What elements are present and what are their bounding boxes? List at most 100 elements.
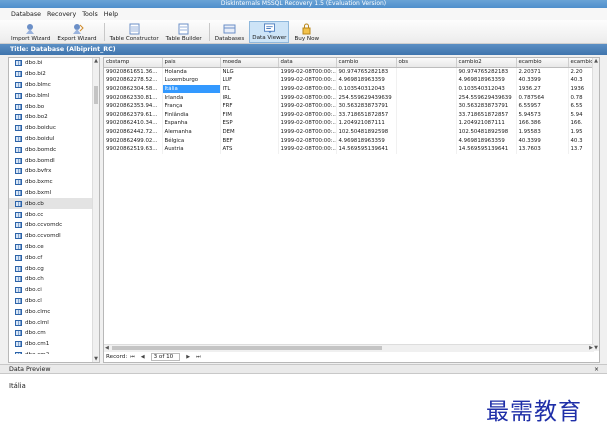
table-cell[interactable]: 4.969818963359 [336, 76, 397, 85]
databases-button[interactable]: Databases [213, 21, 247, 43]
data-viewer-button[interactable]: Data Viewer [249, 21, 290, 43]
tree-item[interactable]: dbo.ccvomdc [9, 220, 93, 231]
table-cell[interactable] [396, 67, 457, 77]
table-cell[interactable]: 99020862519.63... [104, 144, 163, 154]
table-cell[interactable]: 2.20 [568, 67, 594, 77]
tree-item[interactable]: dbo.cm1 [9, 339, 93, 350]
table-cell[interactable]: Irlanda [162, 93, 221, 102]
table-row[interactable]: 99020862304.58... Itália ITL 1999-02-08T00:… [104, 84, 594, 94]
tree-item[interactable]: dbo.bomdc [9, 144, 93, 155]
table-cell[interactable]: 1999-02-08T00:00:... [278, 127, 337, 137]
tree-item[interactable]: dbo.blmc [9, 80, 93, 91]
table-builder-button[interactable]: Table Builder [164, 21, 204, 43]
column-header[interactable]: ecambio [516, 58, 569, 68]
grid-scroll-thumb[interactable] [112, 346, 382, 350]
table-cell[interactable]: 30.563283873791 [336, 101, 397, 111]
table-cell[interactable] [396, 144, 457, 154]
table-cell[interactable]: 14.569595139641 [336, 144, 397, 154]
table-cell[interactable]: FIM [220, 110, 279, 120]
record-position[interactable]: 3 of 10 [150, 352, 181, 361]
table-cell[interactable]: 99020862442.72... [104, 127, 163, 137]
table-cell[interactable]: 5.94573 [516, 110, 569, 120]
table-cell[interactable]: 1999-02-08T00:00:... [278, 84, 337, 94]
table-row[interactable]: 99020862410.34... Espanha ESP 1999-02-08T00… [104, 119, 594, 128]
scroll-up-icon[interactable]: ▲ [593, 58, 599, 64]
column-header[interactable]: cbstamp [104, 58, 163, 68]
table-cell[interactable]: 166. [568, 119, 594, 128]
table-cell[interactable]: 1999-02-08T00:00:... [278, 144, 337, 154]
tree-item[interactable]: dbo.cl [9, 296, 93, 307]
table-row[interactable]: 99020862330.81... Irlanda IRL 1999-02-08T00… [104, 93, 594, 102]
table-cell[interactable] [396, 84, 457, 94]
tree-item[interactable]: dbo.cf [9, 252, 93, 263]
table-cell[interactable]: 1999-02-08T00:00:... [278, 101, 337, 111]
table-cell[interactable]: 99020862330.81... [104, 93, 163, 102]
table-cell[interactable]: 90.974765282183 [336, 67, 397, 77]
table-cell[interactable]: 4.969818963359 [456, 76, 517, 85]
menu-database[interactable]: Database [11, 11, 41, 18]
table-cell[interactable]: 90.974765282183 [456, 67, 517, 77]
column-header[interactable]: cambio2 [456, 58, 517, 68]
table-cell[interactable]: 1999-02-08T00:00:... [278, 136, 337, 145]
table-cell[interactable]: 99020861651.36... [104, 67, 163, 77]
import-wizard-button[interactable]: Import Wizard [9, 21, 52, 43]
export-wizard-button[interactable]: Export Wizard [55, 21, 98, 43]
table-cell[interactable]: 0.103540312043 [336, 84, 397, 94]
tree-item[interactable]: dbo.boiduc [9, 123, 93, 134]
table-cell[interactable]: 40.3399 [516, 76, 569, 85]
table-cell[interactable]: 1999-02-08T00:00:... [278, 110, 337, 120]
tree-item[interactable]: dbo.bo [9, 101, 93, 112]
column-header[interactable]: ecambio2 [568, 58, 594, 68]
tree-item[interactable]: dbo.cg [9, 263, 93, 274]
tree-item[interactable]: dbo.cm2 [9, 350, 93, 354]
table-cell[interactable]: 30.563283873791 [456, 101, 517, 111]
tree-item[interactable]: dbo.clml [9, 317, 93, 328]
table-cell[interactable]: ESP [220, 119, 279, 128]
tree-item[interactable]: dbo.bvfrx [9, 166, 93, 177]
table-cell[interactable]: 99020862353.94... [104, 101, 163, 111]
table-cell[interactable]: IRL [220, 93, 279, 102]
column-header[interactable]: pais [162, 58, 221, 68]
table-cell[interactable] [396, 136, 457, 145]
menu-help[interactable]: Help [104, 11, 118, 18]
column-header[interactable]: cambio [336, 58, 397, 68]
tree-scrollbar[interactable]: ▲ ▼ [92, 58, 99, 362]
tree-item[interactable]: dbo.bi [9, 58, 93, 69]
table-cell[interactable]: NLG [220, 67, 279, 77]
table-cell[interactable]: 40.3 [568, 76, 594, 85]
table-cell[interactable]: 1999-02-08T00:00:... [278, 76, 337, 85]
table-cell[interactable]: 4.969818963359 [336, 136, 397, 145]
table-row[interactable]: 99020862353.94... França FRF 1999-02-08T00:… [104, 101, 594, 111]
table-cell[interactable]: 13.7603 [516, 144, 569, 154]
table-cell[interactable]: BEF [220, 136, 279, 145]
tree-item[interactable]: dbo.cm [9, 328, 93, 339]
table-cell[interactable]: ATS [220, 144, 279, 154]
table-cell[interactable] [396, 127, 457, 137]
menu-recovery[interactable]: Recovery [47, 11, 76, 18]
table-cell[interactable]: 1936 [568, 84, 594, 94]
tree-item[interactable]: dbo.blml [9, 90, 93, 101]
table-cell[interactable]: 1.95 [568, 127, 594, 137]
tree-item[interactable]: dbo.ch [9, 274, 93, 285]
table-cell[interactable]: 33.718651872857 [456, 110, 517, 120]
table-cell[interactable]: 254.559629439639 [456, 93, 517, 102]
table-cell[interactable]: 102.50481892598 [336, 127, 397, 137]
table-row[interactable]: 99020862379.61... Finlândia FIM 1999-02-08T… [104, 110, 594, 120]
table-cell[interactable] [396, 101, 457, 111]
table-cell[interactable]: 1936.27 [516, 84, 569, 94]
table-cell[interactable]: FRF [220, 101, 279, 111]
prev-record-icon[interactable]: ◀ [141, 354, 145, 360]
table-cell[interactable]: DEM [220, 127, 279, 137]
table-cell[interactable]: França [162, 101, 221, 111]
table-cell[interactable]: 6.55 [568, 101, 594, 111]
tree-item[interactable]: dbo.ce [9, 242, 93, 253]
column-header[interactable]: obs [396, 58, 457, 68]
table-cell[interactable]: Espanha [162, 119, 221, 128]
tree-item[interactable]: dbo.bi2 [9, 69, 93, 80]
table-cell[interactable]: Alemanha [162, 127, 221, 137]
tree-item[interactable]: dbo.bxmc [9, 177, 93, 188]
table-cell[interactable] [396, 76, 457, 85]
table-cell[interactable]: 1.204921087111 [336, 119, 397, 128]
tree-item[interactable]: dbo.bo2 [9, 112, 93, 123]
tree-item[interactable]: dbo.clmc [9, 306, 93, 317]
